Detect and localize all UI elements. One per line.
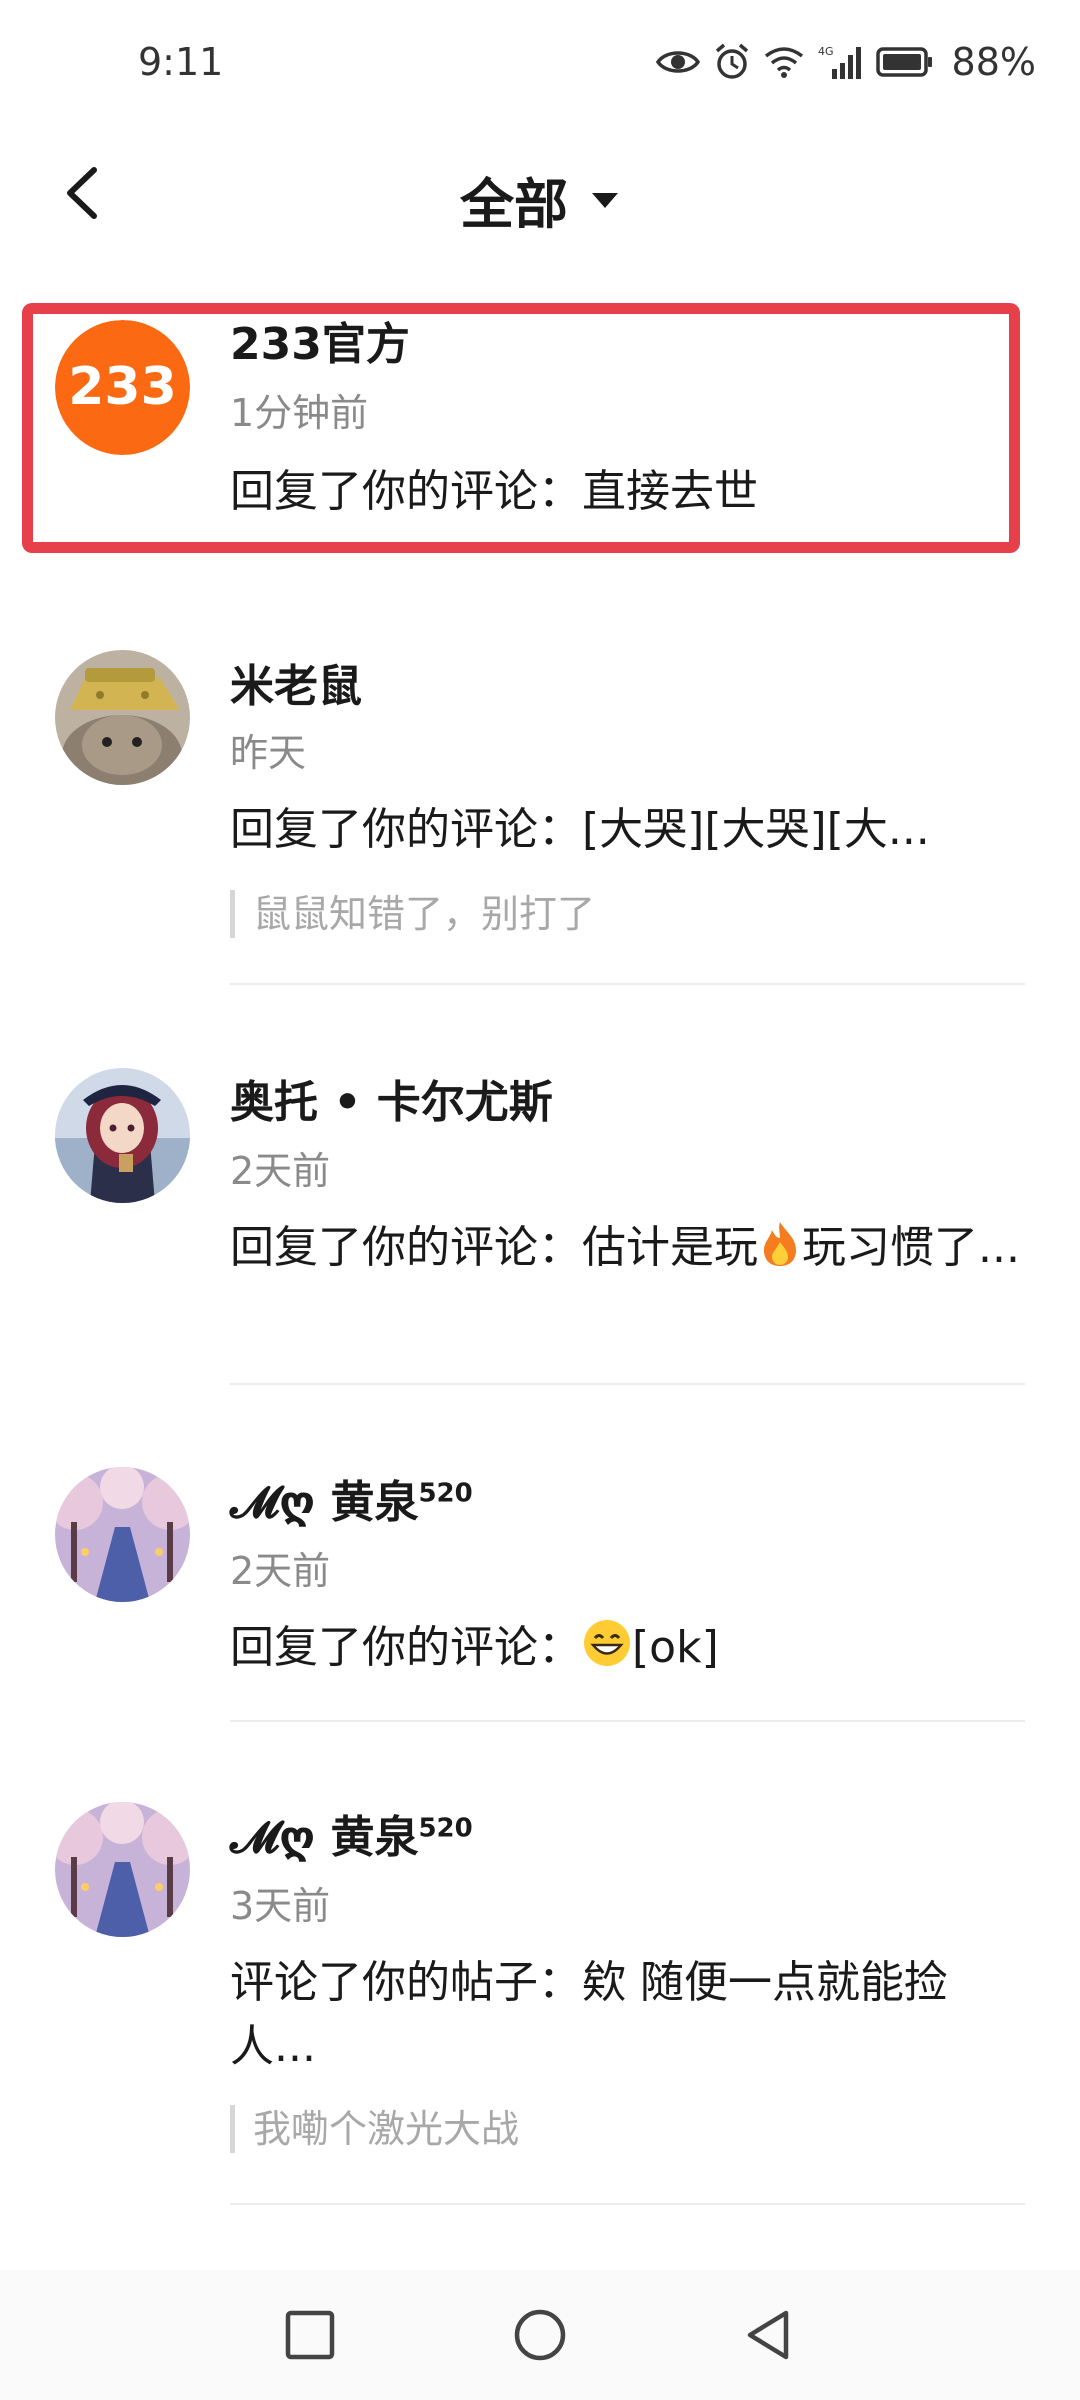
message-text-cont: 玩习惯了... bbox=[802, 1222, 1020, 1273]
svg-text:4G: 4G bbox=[818, 45, 834, 58]
alarm-icon bbox=[714, 43, 750, 81]
name-superscript: 520 bbox=[418, 1813, 473, 1844]
message-text-cont: [ok] bbox=[632, 1622, 719, 1673]
caret-down-icon bbox=[592, 192, 618, 208]
triangle-back-icon bbox=[747, 2310, 789, 2360]
quoted-comment: 我嘞个激光大战 bbox=[230, 2105, 519, 2153]
timestamp: 2天前 bbox=[230, 1149, 331, 1193]
timestamp: 2天前 bbox=[230, 1549, 331, 1593]
user-name[interactable]: 米老鼠 bbox=[230, 650, 362, 714]
timestamp: 昨天 bbox=[230, 731, 307, 775]
wifi-icon bbox=[764, 46, 804, 78]
user-name[interactable]: 𝓜ღ 黄泉520 bbox=[230, 1466, 473, 1530]
recents-button[interactable] bbox=[280, 2305, 340, 2365]
quoted-comment: 鼠鼠知错了，别打了 bbox=[230, 890, 595, 938]
notification-message: 回复了你的评论：估计是玩 玩习惯了... bbox=[230, 1216, 1020, 1286]
status-icons: 4G 88% bbox=[655, 40, 1036, 84]
home-button[interactable] bbox=[510, 2305, 570, 2365]
notification-message: 回复了你的评论：[大哭][大哭][大... bbox=[230, 804, 930, 855]
timestamp: 3天前 bbox=[230, 1884, 331, 1928]
name-prefix: 𝓜ღ bbox=[230, 1812, 316, 1863]
signal-icon: 4G bbox=[818, 45, 862, 79]
name-text: 黄泉 bbox=[330, 1812, 419, 1863]
status-time: 9:11 bbox=[138, 40, 224, 84]
user-name[interactable]: 奥托 • 卡尔尤斯 bbox=[230, 1066, 553, 1130]
message-text: 回复了你的评论：估计是玩 bbox=[230, 1222, 758, 1273]
back-nav-button[interactable] bbox=[740, 2305, 800, 2365]
square-icon bbox=[285, 2310, 335, 2360]
system-nav-bar bbox=[0, 2270, 1080, 2400]
eye-icon bbox=[655, 47, 700, 77]
cherry-blossom-avatar-icon bbox=[55, 1467, 190, 1602]
notification-message: 回复了你的评论： [ok] bbox=[230, 1616, 1020, 1686]
user-name[interactable]: 𝓜ღ 黄泉520 bbox=[230, 1801, 473, 1865]
cherry-blossom-avatar-icon bbox=[55, 1802, 190, 1937]
message-text: 回复了你的评论： bbox=[230, 1622, 582, 1673]
avatar[interactable] bbox=[55, 1802, 190, 1937]
filter-dropdown[interactable]: 全部 bbox=[0, 160, 1080, 239]
battery-percent: 88% bbox=[951, 40, 1036, 84]
divider bbox=[230, 1720, 1025, 1722]
notification-message: 评论了你的帖子：欸 随便一点就能捡人... bbox=[230, 1957, 948, 2072]
name-text: 黄泉 bbox=[330, 1477, 419, 1528]
name-prefix: 𝓜ღ bbox=[230, 1477, 316, 1528]
name-superscript: 520 bbox=[418, 1478, 473, 1509]
circle-icon bbox=[514, 2309, 566, 2361]
avatar[interactable] bbox=[55, 650, 190, 785]
status-bar: 9:11 4G 88% bbox=[0, 0, 1080, 130]
avatar[interactable] bbox=[55, 1467, 190, 1602]
avatar[interactable] bbox=[55, 1068, 190, 1203]
divider bbox=[230, 983, 1025, 985]
grinning-emoji-icon bbox=[582, 1618, 632, 1686]
divider bbox=[230, 1383, 1025, 1385]
highlight-annotation bbox=[22, 303, 1020, 553]
mouse-avatar-icon bbox=[55, 650, 190, 785]
page-title: 全部 bbox=[460, 173, 568, 236]
battery-icon bbox=[875, 47, 934, 77]
header: 全部 bbox=[0, 140, 1080, 250]
anime-character-avatar-icon bbox=[55, 1068, 190, 1203]
divider bbox=[230, 2203, 1025, 2205]
fire-emoji-icon bbox=[758, 1220, 802, 1286]
